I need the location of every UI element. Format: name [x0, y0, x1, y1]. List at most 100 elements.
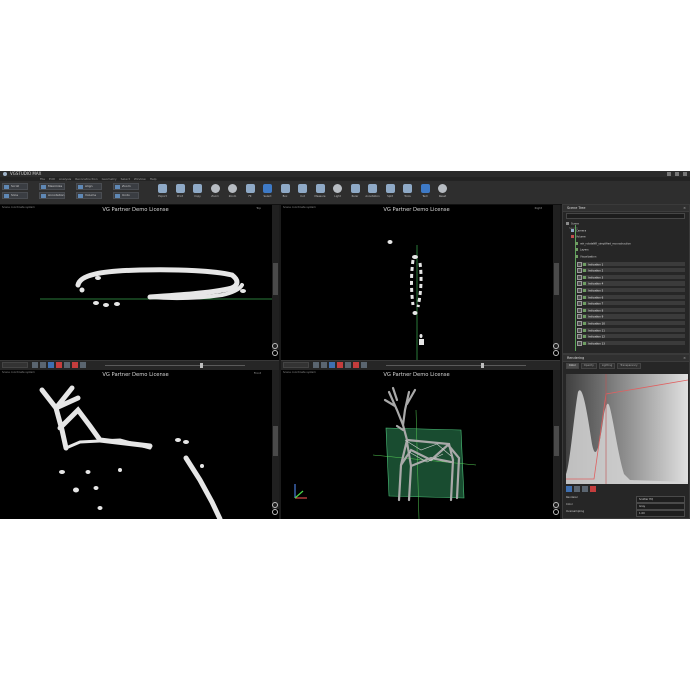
viewport-3d[interactable]: Scene coordinate system VG Partner Demo … [281, 370, 560, 519]
tool-cut[interactable]: Cut [296, 183, 309, 202]
tree-item[interactable]: Camera [571, 228, 685, 233]
tool-zoom-out[interactable]: Zoom [226, 183, 239, 202]
grid-icon[interactable] [345, 362, 351, 368]
record-icon[interactable] [72, 362, 78, 368]
tree-item[interactable]: Indication 10 [577, 321, 685, 326]
tool-ruler[interactable]: Ruler [349, 183, 362, 202]
tab-opacity[interactable]: Opacity [580, 363, 597, 369]
tool-tools[interactable]: Tools [401, 183, 414, 202]
tool-zoom-in[interactable]: Zoom [209, 183, 222, 202]
zoom-in-icon[interactable] [272, 343, 278, 349]
tree-item[interactable]: Indication 2 [577, 268, 685, 274]
ribbon-button[interactable]: Scroll [2, 183, 28, 190]
tool-split[interactable]: Split [384, 183, 397, 202]
ribbon-button[interactable]: Undo [113, 192, 139, 199]
slice-slider-knob[interactable] [481, 363, 485, 368]
scroll-thumb[interactable] [273, 263, 278, 295]
slice-slider-knob[interactable] [200, 363, 204, 368]
ribbon-button[interactable]: Volume [76, 192, 102, 199]
zoom-in-icon[interactable] [553, 502, 559, 508]
tool-box[interactable]: Box [279, 183, 292, 202]
tool-export[interactable]: Export [156, 183, 169, 202]
scroll-thumb[interactable] [273, 425, 278, 457]
grid-icon[interactable] [64, 362, 70, 368]
tree-item[interactable]: Indication 11 [577, 327, 685, 333]
zoom-out-icon[interactable] [272, 509, 278, 515]
histogram-tool-icon[interactable] [566, 486, 572, 492]
visibility-checkbox[interactable] [577, 327, 582, 333]
close-icon[interactable]: × [683, 205, 686, 211]
tree-item[interactable]: Visualization [575, 255, 685, 259]
visibility-checkbox[interactable] [577, 281, 582, 287]
tool-text[interactable]: Text [419, 183, 432, 202]
settings-icon[interactable] [48, 362, 54, 368]
histogram-tool-icon[interactable] [582, 486, 588, 492]
histogram-tool-icon[interactable] [590, 486, 596, 492]
settings-icon[interactable] [329, 362, 335, 368]
ribbon-button[interactable]: Maximize [39, 183, 65, 190]
crosshair-icon[interactable] [32, 362, 38, 368]
slice-slider[interactable] [386, 363, 526, 368]
crosshair-icon[interactable] [313, 362, 319, 368]
zoom-out-icon[interactable] [553, 350, 559, 356]
visibility-checkbox[interactable] [577, 288, 582, 293]
tool-annotation[interactable]: Annotation [365, 183, 380, 202]
tool-measure[interactable]: Measure [314, 183, 327, 202]
visibility-checkbox[interactable] [577, 321, 582, 326]
zoom-in-icon[interactable] [553, 343, 559, 349]
tree-item[interactable]: Indication 4 [577, 281, 685, 287]
tree-item[interactable]: Indication 6 [577, 294, 685, 300]
view-select[interactable]: Right [283, 362, 309, 379]
slice-slider[interactable] [105, 363, 245, 368]
visibility-checkbox[interactable] [577, 334, 582, 340]
tree-item[interactable]: Indication 12 [577, 334, 685, 340]
maximize-icon[interactable] [675, 172, 679, 176]
visibility-checkbox[interactable] [577, 261, 582, 267]
viewport-front[interactable]: Scene coordinate system VG Partner Demo … [0, 370, 279, 519]
ribbon-button[interactable]: Align [76, 183, 102, 190]
viewport-right[interactable]: Scene coordinate system VG Partner Demo … [281, 205, 560, 360]
scroll-thumb[interactable] [554, 425, 559, 457]
layer-icon[interactable] [321, 362, 327, 368]
tree-item[interactable]: Indication 8 [577, 307, 685, 313]
viewport-top[interactable]: Scene coordinate system VG Partner Demo … [0, 205, 279, 360]
viewport-vscroll[interactable] [272, 370, 279, 509]
tree-item[interactable]: Indication 7 [577, 301, 685, 307]
scene-tree-search[interactable]: Search [566, 213, 685, 230]
tool-copy[interactable]: Copy [191, 183, 204, 202]
viewport-vscroll[interactable] [272, 205, 279, 350]
tree-item[interactable]: Indication 1 [577, 261, 685, 267]
close-icon[interactable]: × [683, 355, 686, 361]
visibility-checkbox[interactable] [577, 294, 582, 300]
tree-item[interactable]: reh_rotateNR_simplified_reconstruction [575, 241, 685, 246]
close-icon[interactable] [683, 172, 687, 176]
tree-item[interactable]: Layers [575, 248, 685, 252]
ribbon-button[interactable]: Annotation [39, 192, 65, 199]
property-value[interactable]: 1.00 [636, 509, 685, 517]
tab-transparency[interactable]: Transparency [617, 363, 641, 369]
zoom-in-icon[interactable] [272, 502, 278, 508]
tab-lighting[interactable]: Lighting [598, 363, 616, 369]
histogram-tool-icon[interactable] [574, 486, 580, 492]
zoom-out-icon[interactable] [553, 509, 559, 515]
record-icon[interactable] [353, 362, 359, 368]
tree-item[interactable]: Indication 9 [577, 314, 685, 320]
expand-icon[interactable] [80, 362, 86, 368]
tool-select[interactable]: Select [261, 183, 274, 202]
tree-item[interactable]: Indication 5 [577, 288, 685, 293]
clip-icon[interactable] [337, 362, 343, 368]
tool-reset[interactable]: Reset [436, 183, 449, 202]
tool-fit[interactable]: Fit [244, 183, 257, 202]
expand-icon[interactable] [361, 362, 367, 368]
viewport-vscroll[interactable] [553, 370, 560, 509]
visibility-checkbox[interactable] [577, 301, 582, 307]
minimize-icon[interactable] [667, 172, 671, 176]
tool-print[interactable]: Print [174, 183, 187, 202]
tool-light[interactable]: Light [331, 183, 344, 202]
clip-icon[interactable] [56, 362, 62, 368]
visibility-checkbox[interactable] [577, 340, 582, 346]
layer-icon[interactable] [40, 362, 46, 368]
scroll-thumb[interactable] [554, 263, 559, 295]
visibility-checkbox[interactable] [577, 314, 582, 320]
tree-item[interactable]: Indication 13 [577, 340, 685, 346]
